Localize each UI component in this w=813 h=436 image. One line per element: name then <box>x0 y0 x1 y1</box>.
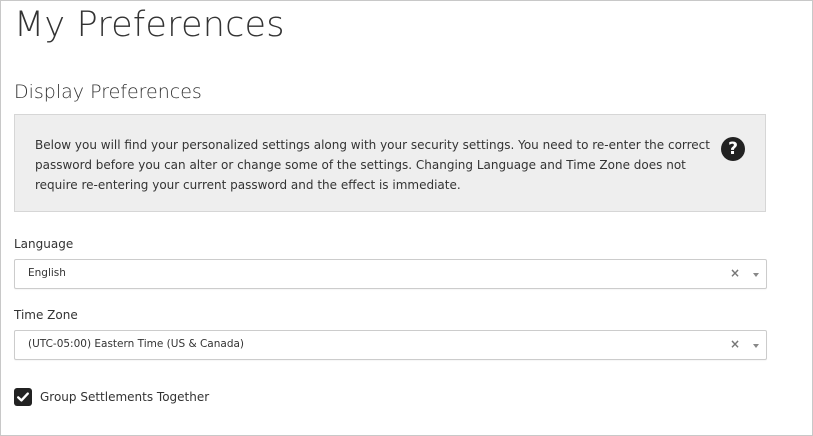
language-select[interactable]: English × <box>14 259 767 289</box>
section-title-display-preferences: Display Preferences <box>14 81 202 103</box>
info-text: Below you will find your personalized se… <box>35 138 710 192</box>
preferences-panel: My Preferences Display Preferences Below… <box>0 0 813 436</box>
group-settlements-checkbox[interactable] <box>14 388 32 406</box>
group-settlements-label[interactable]: Group Settlements Together <box>40 390 209 404</box>
time-zone-select[interactable]: (UTC-05:00) Eastern Time (US & Canada) × <box>14 330 767 360</box>
time-zone-selected-value: (UTC-05:00) Eastern Time (US & Canada) <box>28 338 245 350</box>
language-selected-value: English <box>28 267 66 279</box>
chevron-down-icon[interactable] <box>753 273 759 277</box>
chevron-down-icon[interactable] <box>753 344 759 348</box>
group-settlements-row: Group Settlements Together <box>14 388 209 406</box>
question-circle-icon[interactable]: ? <box>721 137 745 161</box>
clear-icon[interactable]: × <box>730 337 740 351</box>
time-zone-label: Time Zone <box>14 308 78 322</box>
info-box: Below you will find your personalized se… <box>14 114 766 212</box>
language-label: Language <box>14 237 74 251</box>
page-title: My Preferences <box>14 5 285 45</box>
clear-icon[interactable]: × <box>730 266 740 280</box>
checkmark-icon <box>17 392 29 402</box>
